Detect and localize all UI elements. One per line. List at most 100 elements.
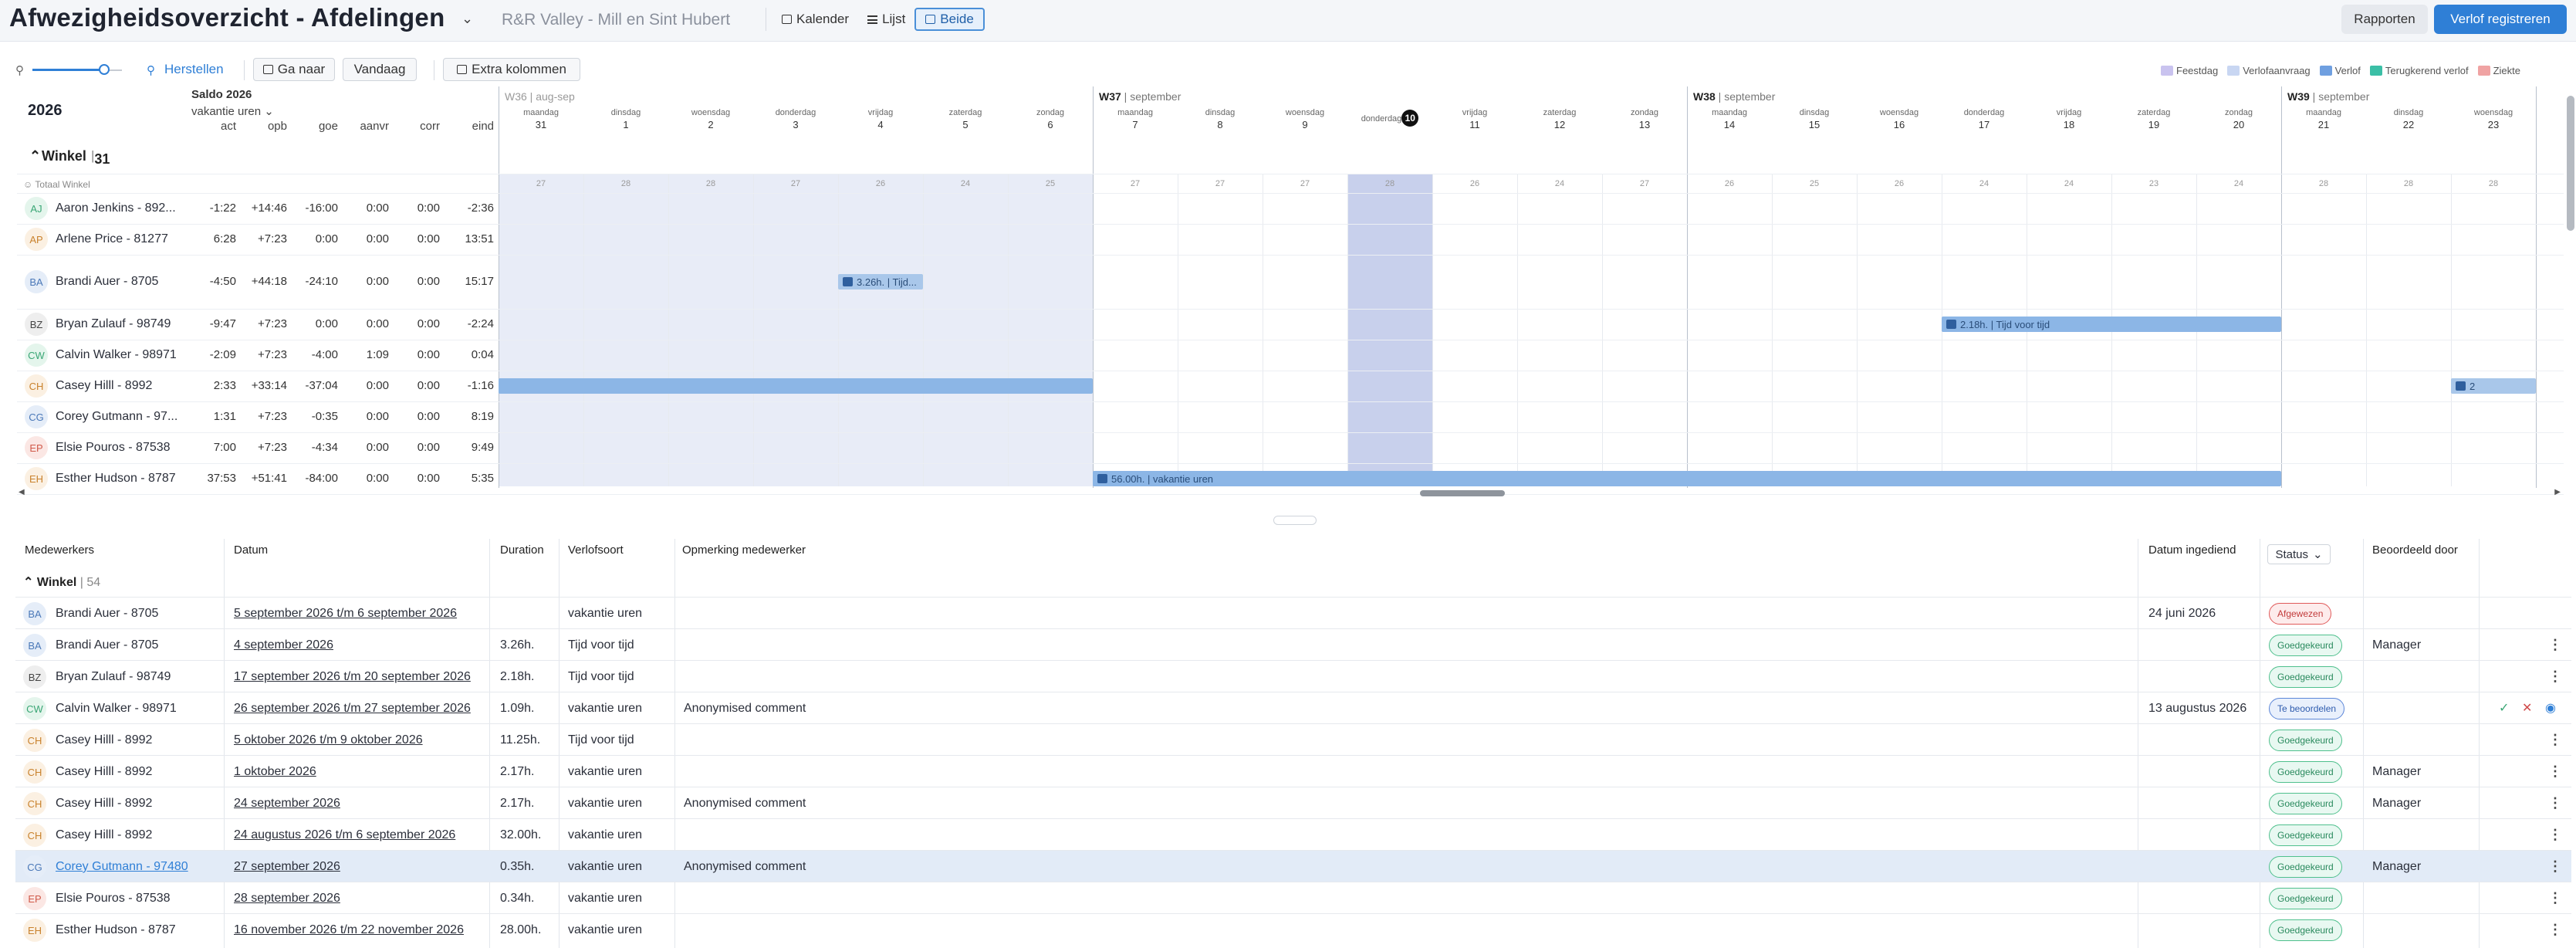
day-header[interactable]: zondag 6 [1008,108,1093,130]
more-options-icon[interactable]: ⋮ [2548,669,2562,685]
leave-date-link[interactable]: 24 augustus 2026 t/m 6 september 2026 [234,828,455,842]
reset-zoom-link[interactable]: Herstellen [164,62,224,77]
reject-icon[interactable]: ✕ [2522,700,2532,716]
table-row[interactable]: CW Calvin Walker - 98971 26 september 2026… [15,692,2571,723]
leave-date-link[interactable]: 4 september 2026 [234,638,333,652]
more-options-icon[interactable]: ⋮ [2548,827,2562,843]
chevron-up-icon[interactable]: ⌃ [29,148,41,164]
table-row[interactable]: BA Brandi Auer - 8705 5 september 2026 t/m… [15,597,2571,628]
table-row[interactable]: CH Casey Hilll - 8992 24 september 2026 2.1… [15,787,2571,818]
employee-name[interactable]: Brandi Auer - 8705 [56,638,158,652]
day-header[interactable]: zaterdag 19 [2111,108,2196,130]
panel-resize-handle[interactable] [1273,516,1317,525]
chevron-up-icon[interactable]: ⌃ [23,576,33,589]
day-header[interactable]: woensdag 23 [2451,108,2536,130]
th-date[interactable]: Datum [234,543,268,557]
leave-date-link[interactable]: 16 november 2026 t/m 22 november 2026 [234,923,464,937]
register-leave-button[interactable]: Verlof registreren [2434,5,2567,34]
th-submitted[interactable]: Datum ingediend [2148,543,2236,557]
leave-date-link[interactable]: 24 september 2026 [234,797,340,811]
employee-name[interactable]: Brandi Auer - 8705 [56,607,158,621]
day-header[interactable]: donderdag 17 [1942,108,2027,130]
view-both-button[interactable]: Beide [914,8,985,31]
table-row[interactable]: CH Casey Hilll - 8992 24 augustus 2026 t/m… [15,818,2571,850]
day-header[interactable]: maandag 7 [1093,108,1178,130]
view-list-button[interactable]: Lijst [858,8,914,31]
today-button[interactable]: Vandaag [343,58,417,81]
employee-name[interactable]: Casey Hilll - 8992 [56,797,152,811]
table-row[interactable]: CH Casey Hilll - 8992 1 oktober 2026 2.17h.… [15,755,2571,787]
day-header[interactable]: dinsdag 1 [583,108,668,130]
zoom-out-icon[interactable]: ⚲ [15,63,24,77]
leave-date-link[interactable]: 26 september 2026 t/m 27 september 2026 [234,702,471,716]
day-header[interactable]: zaterdag 12 [1517,108,1602,130]
employee-name[interactable]: Aaron Jenkins - 892... [56,201,176,215]
horizontal-scrollbar[interactable]: ◀ ▶ [15,488,2562,499]
employee-name[interactable]: Corey Gutmann - 97480 [56,860,188,874]
day-header[interactable]: dinsdag 15 [1772,108,1857,130]
approve-icon[interactable]: ✓ [2499,700,2509,716]
vertical-scrollbar[interactable] [2567,96,2574,231]
chevron-down-icon[interactable]: ⌄ [461,11,473,27]
leave-date-link[interactable]: 28 september 2026 [234,892,340,906]
employee-name[interactable]: Casey Hilll - 8992 [56,733,152,747]
table-row[interactable]: CG Corey Gutmann - 97480 27 september 2026… [15,850,2571,882]
table-row[interactable]: BA Brandi Auer - 8705 4 september 2026 3.26… [15,628,2571,660]
table-row[interactable]: EP Elsie Pouros - 87538 28 september 2026 0… [15,882,2571,913]
leave-event-bar[interactable] [499,378,1093,394]
scroll-left-icon[interactable]: ◀ [19,488,25,496]
more-options-icon[interactable]: ⋮ [2548,890,2562,906]
employee-name[interactable]: Bryan Zulauf - 98749 [56,317,171,331]
employee-name[interactable]: Arlene Price - 81277 [56,232,168,246]
th-type[interactable]: Verlofsoort [568,543,624,557]
reports-button[interactable]: Rapporten [2341,5,2428,34]
table-row[interactable]: BZ Bryan Zulauf - 98749 17 september 2026 … [15,660,2571,692]
day-header[interactable]: dinsdag 22 [2366,108,2451,130]
leave-event-bar[interactable]: 2 [2451,378,2536,394]
day-header[interactable]: maandag 14 [1687,108,1772,130]
scroll-right-icon[interactable]: ▶ [2554,488,2561,496]
th-duration[interactable]: Duration [500,543,544,557]
page-title[interactable]: Afwezigheidsoverzicht - Afdelingen [9,3,445,32]
day-header[interactable]: dinsdag 8 [1178,108,1263,130]
th-employee[interactable]: Medewerkers [25,543,94,557]
employee-name[interactable]: Casey Hilll - 8992 [56,379,152,393]
employee-name[interactable]: Elsie Pouros - 87538 [56,441,171,455]
status-filter-button[interactable]: Status ⌄ [2267,544,2331,564]
table-group-row[interactable]: ⌃ Winkel | 54 [23,574,100,590]
saldo-type-select[interactable]: vakantie uren ⌄ [191,104,274,118]
leave-event-bar[interactable]: 2.18h. | Tijd voor tijd [1942,317,2281,332]
scrollbar-thumb[interactable] [1420,490,1505,496]
employee-name[interactable]: Calvin Walker - 98971 [56,702,177,716]
leave-date-link[interactable]: 1 oktober 2026 [234,765,316,779]
zoom-slider-handle[interactable] [99,64,110,75]
leave-date-link[interactable]: 5 september 2026 t/m 6 september 2026 [234,607,457,621]
day-header[interactable]: maandag 21 [2281,108,2366,130]
more-options-icon[interactable]: ⋮ [2548,732,2562,748]
employee-name[interactable]: Brandi Auer - 8705 [56,275,158,289]
employee-name[interactable]: Bryan Zulauf - 98749 [56,670,171,684]
day-header[interactable]: vrijdag 11 [1432,108,1517,130]
day-header[interactable]: vrijdag 18 [2027,108,2111,130]
day-header[interactable]: woensdag 9 [1263,108,1347,130]
calendar-group-row[interactable]: ⌃ Winkel | 31 [0,145,2562,168]
employee-name[interactable]: Casey Hilll - 8992 [56,765,152,779]
th-comment[interactable]: Opmerking medewerker [682,543,806,557]
day-header[interactable]: woensdag 2 [668,108,753,130]
more-options-icon[interactable]: ⋮ [2548,763,2562,780]
leave-event-bar[interactable]: 56.00h. | vakantie uren [1093,471,2281,486]
more-options-icon[interactable]: ⋮ [2548,858,2562,875]
day-header[interactable]: maandag 31 [499,108,583,130]
leave-date-link[interactable]: 5 oktober 2026 t/m 9 oktober 2026 [234,733,423,747]
employee-name[interactable]: Corey Gutmann - 97... [56,410,177,424]
day-header[interactable]: zondag 13 [1602,108,1687,130]
day-header[interactable]: zondag 20 [2196,108,2281,130]
employee-name[interactable]: Calvin Walker - 98971 [56,348,177,362]
view-icon[interactable]: ◉ [2545,700,2556,716]
day-header[interactable]: donderdag 10 [1347,108,1432,127]
leave-event-bar[interactable]: 3.26h. | Tijd... [838,274,923,289]
goto-button[interactable]: Ga naar [253,58,335,81]
more-options-icon[interactable]: ⋮ [2548,795,2562,811]
zoom-in-icon[interactable]: ⚲ [147,63,155,77]
leave-date-link[interactable]: 17 september 2026 t/m 20 september 2026 [234,670,471,684]
